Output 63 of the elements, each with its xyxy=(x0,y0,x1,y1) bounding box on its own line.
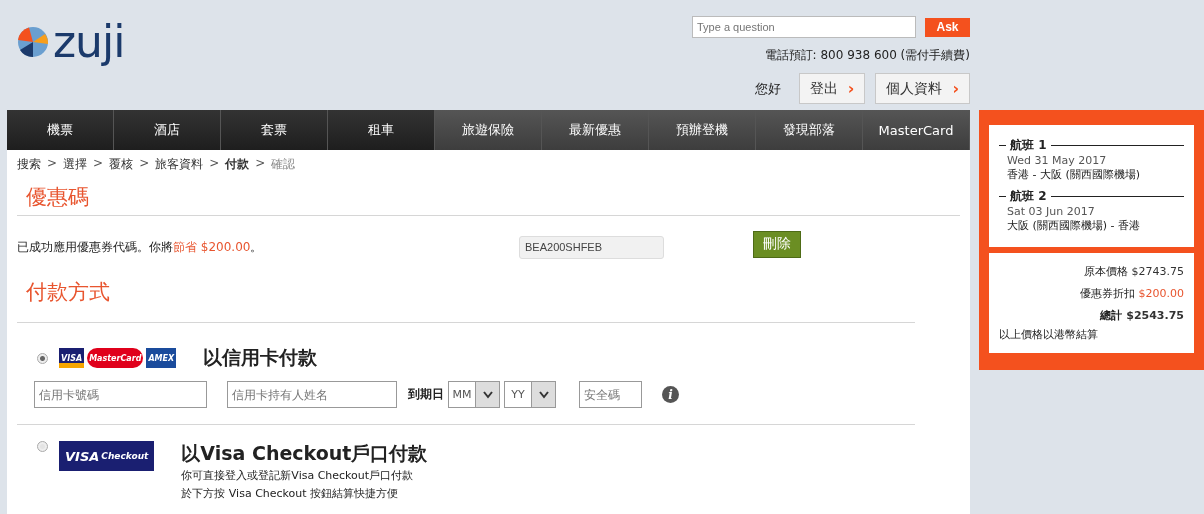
promo-code-field[interactable]: BEA200SHFEB xyxy=(519,235,664,259)
radio-button[interactable] xyxy=(37,441,48,452)
price-value: $2543.75 xyxy=(1126,309,1184,322)
year-select[interactable]: YY xyxy=(504,381,556,408)
promo-message: 已成功應用優惠券代碼。你將節省 $200.00。 xyxy=(17,238,264,256)
expiry-label: 到期日 xyxy=(408,386,444,403)
nav-tab[interactable]: 租車 xyxy=(328,110,435,150)
flight-route: 大阪 (關西國際機場) - 香港 xyxy=(1006,218,1142,233)
chevron-down-icon xyxy=(482,390,493,399)
nav-tab[interactable]: 機票 xyxy=(7,110,114,150)
phone-text: 電話預訂: 800 938 600 (需付手續費) xyxy=(764,47,970,64)
mastercard-logo: MasterCard xyxy=(87,348,144,368)
price-label: 原本價格 xyxy=(1083,265,1128,278)
breadcrumb-item[interactable]: 選擇 xyxy=(63,156,88,173)
breadcrumb-separator: > xyxy=(255,156,266,172)
breadcrumb-separator: > xyxy=(93,156,104,172)
header-button[interactable]: 登出 › xyxy=(798,73,866,104)
breadcrumb-separator: > xyxy=(139,156,150,172)
chevron-down-icon xyxy=(538,390,549,399)
info-icon[interactable]: i xyxy=(662,386,679,403)
breadcrumb-separator: > xyxy=(209,156,220,172)
radio-button[interactable] xyxy=(37,352,48,364)
card-number-field[interactable]: 信用卡號碼 xyxy=(34,381,207,408)
option-title: 以Visa Checkout戶口付款 xyxy=(181,441,428,466)
nav-tab[interactable]: 最新優惠 xyxy=(542,110,649,150)
flight-label: 航班 2 xyxy=(1010,188,1047,205)
greeting: 您好 xyxy=(754,79,781,98)
breadcrumb-item[interactable]: 覆核 xyxy=(109,156,134,173)
security-code-field[interactable]: 安全碼 xyxy=(579,381,642,408)
logo[interactable]: zuji xyxy=(53,20,125,64)
nav-tab[interactable]: 發現部落 xyxy=(756,110,863,150)
breadcrumb-item[interactable]: 搜索 xyxy=(17,156,41,173)
header-button[interactable]: 個人資料 › xyxy=(875,73,970,104)
breadcrumb-item[interactable]: 付款 xyxy=(225,156,250,173)
currency-note: 以上價格以港幣結算 xyxy=(999,327,1099,342)
price-value: $200.00 xyxy=(1138,287,1184,300)
breadcrumb-item[interactable]: 旅客資料 xyxy=(155,156,204,173)
breadcrumb-separator: > xyxy=(47,156,58,172)
nav-tab[interactable]: 酒店 xyxy=(114,110,221,150)
cardholder-field[interactable]: 信用卡持有人姓名 xyxy=(227,381,397,408)
search-field[interactable]: Type a question xyxy=(692,16,916,38)
flight-date: Sat 03 Jun 2017 xyxy=(1006,205,1096,218)
remove-button[interactable]: 刪除 xyxy=(753,230,801,258)
option-description: 你可直接登入或登記新Visa Checkout戶口付款 xyxy=(181,468,415,484)
price-label: 總計 xyxy=(1100,309,1123,322)
nav-tab[interactable]: 套票 xyxy=(221,110,328,150)
globe-logo-icon xyxy=(17,26,49,58)
month-select[interactable]: MM xyxy=(448,381,500,408)
option-title: 以信用卡付款 xyxy=(203,345,318,370)
visa-checkout-logo: VISA Checkout xyxy=(59,441,155,471)
flight-route: 香港 - 大阪 (關西國際機場) xyxy=(1006,167,1142,182)
nav-tab[interactable]: 旅遊保險 xyxy=(435,110,542,150)
nav-tab[interactable]: MasterCard xyxy=(863,110,970,150)
section-title: 付款方式 xyxy=(25,279,111,306)
price-value: $2743.75 xyxy=(1131,265,1184,278)
amex-logo: AMEX xyxy=(146,348,177,368)
flight-label: 航班 1 xyxy=(1010,137,1047,154)
flight-date: Wed 31 May 2017 xyxy=(1006,154,1108,167)
price-label: 優惠券折扣 xyxy=(1079,287,1135,300)
visa-logo: VISA xyxy=(59,348,85,368)
option-description: 於下方按 Visa Checkout 按鈕結算快捷方便 xyxy=(181,486,400,502)
section-title: 優惠碼 xyxy=(25,184,90,211)
nav-tab[interactable]: 預辦登機 xyxy=(649,110,756,150)
